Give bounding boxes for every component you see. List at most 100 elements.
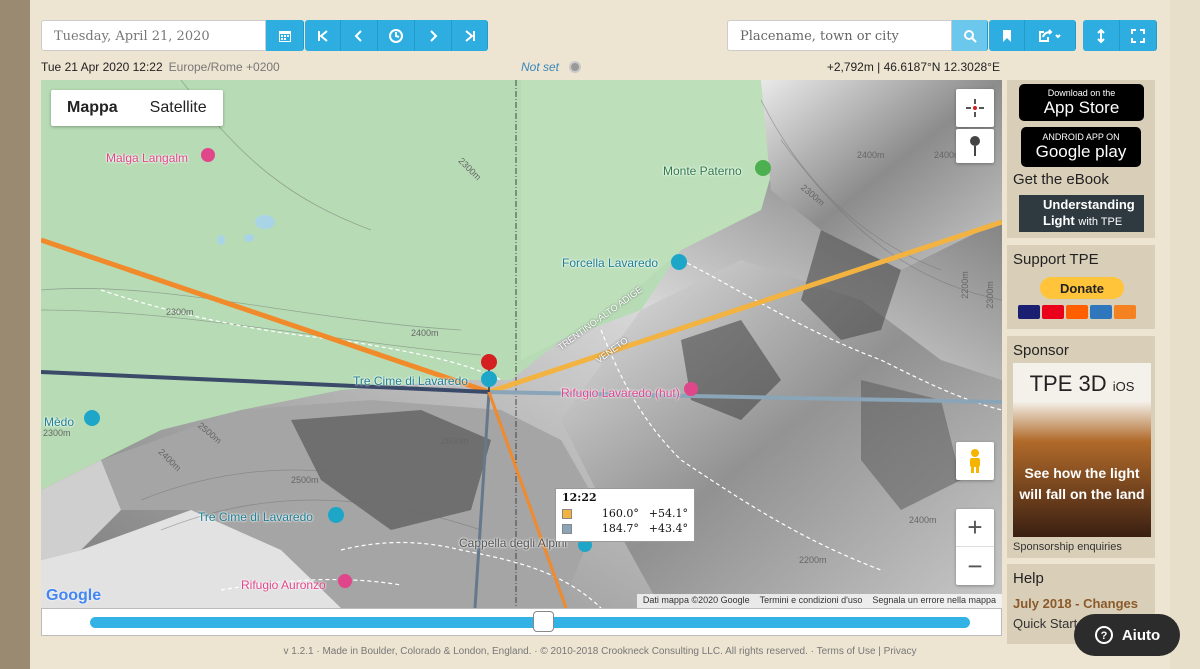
map-label-forcella[interactable]: Forcella Lavaredo xyxy=(562,256,658,270)
map-label-tre-cime-top[interactable]: Tre Cime di Lavaredo xyxy=(353,374,468,388)
next-button[interactable] xyxy=(415,20,452,51)
now-button[interactable] xyxy=(378,20,415,51)
map-attribution: Dati mappa ©2020 Google Termini e condiz… xyxy=(636,594,1002,608)
camera-icon[interactable] xyxy=(671,254,687,270)
skip-back-icon xyxy=(317,29,328,42)
map-label-tre-cime-bottom[interactable]: Tre Cime di Lavaredo xyxy=(198,510,313,524)
ad-title-main: TPE 3D xyxy=(1029,371,1107,396)
date-input[interactable]: Tuesday, April 21, 2020 xyxy=(41,20,266,51)
footer-copyright: © 2010-2018 Crookneck Consulting LLC. Al… xyxy=(540,646,808,657)
map-data-credit: Dati mappa ©2020 Google xyxy=(642,595,750,605)
ad-title-ios: iOS xyxy=(1112,379,1135,394)
contour-label: 2400m xyxy=(857,150,885,160)
time-slider[interactable] xyxy=(41,608,1002,636)
google-logo: Google xyxy=(46,587,102,604)
svg-text:?: ? xyxy=(1100,630,1107,642)
slider-track[interactable] xyxy=(90,617,970,628)
donate-button[interactable]: Donate xyxy=(1040,277,1124,299)
payment-cards xyxy=(1018,305,1136,319)
slider-thumb[interactable] xyxy=(533,611,554,632)
ebook-line2: Light xyxy=(1043,213,1075,228)
app-store-badge[interactable]: Download on the App Store xyxy=(1019,84,1144,121)
mastercard-icon xyxy=(1042,305,1064,319)
hotel-icon[interactable] xyxy=(338,574,352,588)
moon-altitude: +43.4° xyxy=(648,522,688,535)
zoom-out-button[interactable]: − xyxy=(956,547,994,585)
map-label-paterno[interactable]: Monte Paterno xyxy=(663,164,742,178)
footer-version: v 1.2.1 xyxy=(283,646,314,657)
page-left-margin xyxy=(0,0,30,669)
contour-label: 2300m xyxy=(984,281,995,309)
toggle-dot[interactable] xyxy=(569,61,581,73)
contour-label: 2500m xyxy=(291,475,319,485)
camera-icon[interactable] xyxy=(328,507,344,523)
locate-button[interactable] xyxy=(956,89,994,127)
footer-terms-link[interactable]: Terms of Use xyxy=(817,646,876,657)
map-type-map-button[interactable]: Mappa xyxy=(51,90,134,126)
help-chat-button[interactable]: ? Aiuto xyxy=(1074,614,1180,656)
place-search-input[interactable]: Placename, town or city xyxy=(727,20,952,51)
map-label-rifugio-lavaredo[interactable]: Rifugio Lavaredo (hut) xyxy=(561,386,680,400)
contour-label: 2400m xyxy=(411,328,439,338)
page-right-margin xyxy=(1170,0,1200,669)
drop-pin-button[interactable] xyxy=(956,129,994,163)
last-day-button[interactable] xyxy=(452,20,488,51)
moon-swatch xyxy=(562,523,572,534)
popup-row-moon: 184.7° +43.4° xyxy=(556,521,694,536)
map-label-cappella[interactable]: Cappella degli Alpini xyxy=(459,536,567,550)
sponsor-title: Sponsor xyxy=(1013,342,1069,359)
camera-icon[interactable] xyxy=(481,371,497,387)
contour-label: 2300m xyxy=(43,428,71,438)
map-type-control: Mappa Satellite xyxy=(51,90,223,126)
popup-time: 12:22 xyxy=(562,491,597,504)
ebook-title: Get the eBook xyxy=(1013,171,1109,188)
contour-label: 2600m xyxy=(441,436,469,446)
map-type-satellite-button[interactable]: Satellite xyxy=(134,90,223,126)
crosshair-icon xyxy=(966,99,984,117)
bookmark-button[interactable] xyxy=(989,20,1025,51)
clock-icon xyxy=(389,28,403,43)
ad-caption: See how the light will fall on the land xyxy=(1019,465,1145,502)
contour-label: 2400m xyxy=(909,515,937,525)
fullscreen-button[interactable] xyxy=(1120,20,1157,51)
footer-made: Made in Boulder, Colorado & London, Engl… xyxy=(322,646,532,657)
map-label-auronzo[interactable]: Rifugio Auronzo xyxy=(241,578,326,592)
street-view-button[interactable] xyxy=(956,442,994,480)
first-day-button[interactable] xyxy=(305,20,341,51)
google-play-big-text: Google play xyxy=(1035,142,1127,161)
calendar-button[interactable] xyxy=(266,20,304,51)
share-button[interactable] xyxy=(1025,20,1076,51)
map-report-link[interactable]: Segnala un errore nella mappa xyxy=(872,595,996,607)
hotel-icon[interactable] xyxy=(684,382,698,396)
map-terms-link[interactable]: Termini e condizioni d'uso xyxy=(760,595,863,607)
map-canvas[interactable]: Mappa Satellite Malga Langalm Monte Pate… xyxy=(41,80,1002,608)
tpe3d-ad[interactable]: TPE 3D iOS See how the light will fall o… xyxy=(1013,363,1151,537)
hotel-icon[interactable] xyxy=(201,148,215,162)
map-label-medo[interactable]: Mèdo xyxy=(44,415,74,429)
app-store-small-text: Download on the xyxy=(1047,87,1116,98)
not-set-link[interactable]: Not set xyxy=(521,60,559,74)
sun-azimuth: 160.0° xyxy=(601,507,639,520)
google-play-badge[interactable]: ANDROID APP ON Google play xyxy=(1021,127,1141,167)
maestro-icon xyxy=(1066,305,1088,319)
help-changes-link[interactable]: July 2018 - Changes xyxy=(1013,596,1138,611)
moon-azimuth: 184.7° xyxy=(601,522,639,535)
app-store-big-text: App Store xyxy=(1043,97,1120,117)
sponsorship-link[interactable]: Sponsorship enquiries xyxy=(1013,541,1122,553)
search-button[interactable] xyxy=(952,20,988,51)
datetime-info: Tue 21 Apr 2020 12:22 Europe/Rome +0200 xyxy=(41,60,280,74)
vertical-resize-button[interactable] xyxy=(1083,20,1120,51)
help-title: Help xyxy=(1013,570,1044,587)
map-label-malga[interactable]: Malga Langalm xyxy=(106,151,188,165)
popup-row-sun: 160.0° +54.1° xyxy=(556,506,694,521)
share-icon xyxy=(1039,28,1061,42)
contour-label: 2200m xyxy=(959,271,970,299)
footer-privacy-link[interactable]: Privacy xyxy=(884,646,917,657)
ebook-banner[interactable]: Understanding Light with TPE xyxy=(1019,195,1144,232)
zoom-in-button[interactable]: + xyxy=(956,509,994,547)
mountain-icon[interactable] xyxy=(755,160,771,176)
previous-button[interactable] xyxy=(341,20,378,51)
help-chat-label: Aiuto xyxy=(1121,626,1161,644)
camera-icon[interactable] xyxy=(84,410,100,426)
help-quickstart-link[interactable]: Quick Start xyxy=(1013,616,1077,631)
